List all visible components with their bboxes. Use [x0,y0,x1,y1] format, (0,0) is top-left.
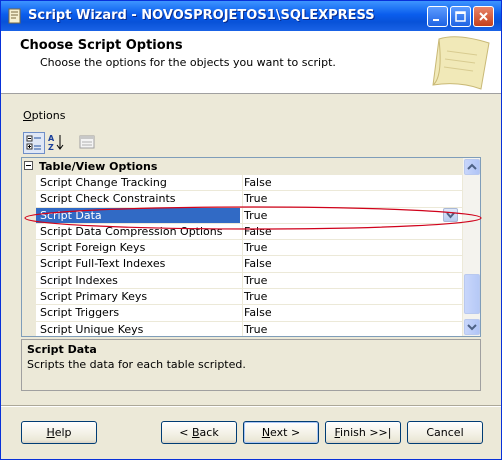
page-subtitle: Choose the options for the objects you w… [40,56,336,69]
back-pre: < [179,426,192,439]
wizard-header: Choose Script Options Choose the options… [1,31,501,94]
description-panel: Script Data Scripts the data for each ta… [21,339,481,391]
property-value[interactable]: False [244,306,454,319]
property-name: Script Foreign Keys [40,241,146,255]
button-separator [1,405,501,407]
maximize-button[interactable] [450,6,471,27]
options-label-accel: O [23,109,32,122]
scroll-down-button[interactable] [464,319,480,335]
categorized-icon [26,135,41,150]
collapse-icon[interactable] [24,161,33,170]
property-value[interactable]: False [244,176,454,189]
category-label: Table/View Options [39,160,158,173]
next-rest: ext > [270,426,301,439]
property-value[interactable]: True [244,241,454,254]
property-row[interactable]: Script Foreign Keys True [36,240,462,257]
property-row[interactable]: Script Primary Keys True [36,289,462,306]
help-button[interactable]: Help [21,421,97,444]
property-name: Script Indexes [40,273,118,287]
property-name: Script Triggers [40,306,120,320]
chevron-down-icon [467,324,477,331]
next-button[interactable]: Next > [243,421,319,444]
property-grid[interactable]: Table/View Options Script Change Trackin… [21,157,481,337]
help-rest: elp [54,426,72,439]
help-accel: H [46,426,55,439]
minimize-button[interactable] [427,6,448,27]
sort-az-icon: A Z [48,134,64,152]
window-title: Script Wizard - NOVOSPROJETOS1\SQLEXPRES… [28,8,375,23]
wizard-app-icon [8,8,21,24]
title-bar[interactable]: Script Wizard - NOVOSPROJETOS1\SQLEXPRES… [1,1,501,31]
maximize-icon [455,11,466,22]
back-accel: B [192,426,200,439]
property-row[interactable]: Script Change Tracking False [36,175,462,192]
property-name: Script Primary Keys [40,290,148,304]
back-rest: ack [199,426,219,439]
options-label: Options [23,109,65,122]
svg-text:Z: Z [48,143,54,152]
property-row[interactable]: Script Triggers False [36,305,462,322]
vertical-scrollbar[interactable] [462,158,480,336]
close-button[interactable] [473,6,494,27]
cancel-button[interactable]: Cancel [407,421,483,444]
minimize-icon [433,19,439,21]
property-pages-icon [79,135,95,149]
property-row[interactable]: Script Indexes True [36,273,462,290]
property-name: Script Unique Keys [40,322,144,336]
back-button[interactable]: < Back [161,421,237,444]
column-splitter[interactable] [242,175,243,336]
description-text: Scripts the data for each table scripted… [27,358,246,371]
property-pages-button[interactable] [77,132,99,154]
next-accel: N [261,426,271,439]
categorized-button[interactable] [23,132,45,154]
property-value[interactable]: True [244,290,454,303]
property-rows: Script Change Tracking False Script Check … [36,175,462,336]
description-title: Script Data [27,343,97,356]
grid-margin [22,175,36,336]
property-name: Script Full-Text Indexes [40,257,166,271]
property-row[interactable]: Script Unique Keys True [36,322,462,336]
svg-text:A: A [48,134,55,143]
property-value[interactable]: False [244,257,454,270]
chevron-up-icon [467,163,477,170]
close-icon [479,12,488,21]
script-wizard-window: Script Wizard - NOVOSPROJETOS1\SQLEXPRES… [0,0,502,460]
alphabetical-button[interactable]: A Z [46,132,68,154]
highlight-ellipse [24,206,482,230]
property-name: Script Change Tracking [40,176,167,189]
finish-button[interactable]: Finish >>| [325,421,401,444]
property-value[interactable]: True [244,274,454,287]
property-value[interactable]: True [244,323,454,336]
scroll-thumb[interactable] [464,274,480,314]
finish-rest: inish >>| [340,426,392,439]
category-header-row[interactable]: Table/View Options [22,158,462,175]
options-label-rest: ptions [31,109,66,122]
property-row[interactable]: Script Full-Text Indexes False [36,256,462,273]
scroll-paper-icon [432,36,490,90]
scroll-up-button[interactable] [464,159,480,175]
page-title: Choose Script Options [20,38,183,53]
